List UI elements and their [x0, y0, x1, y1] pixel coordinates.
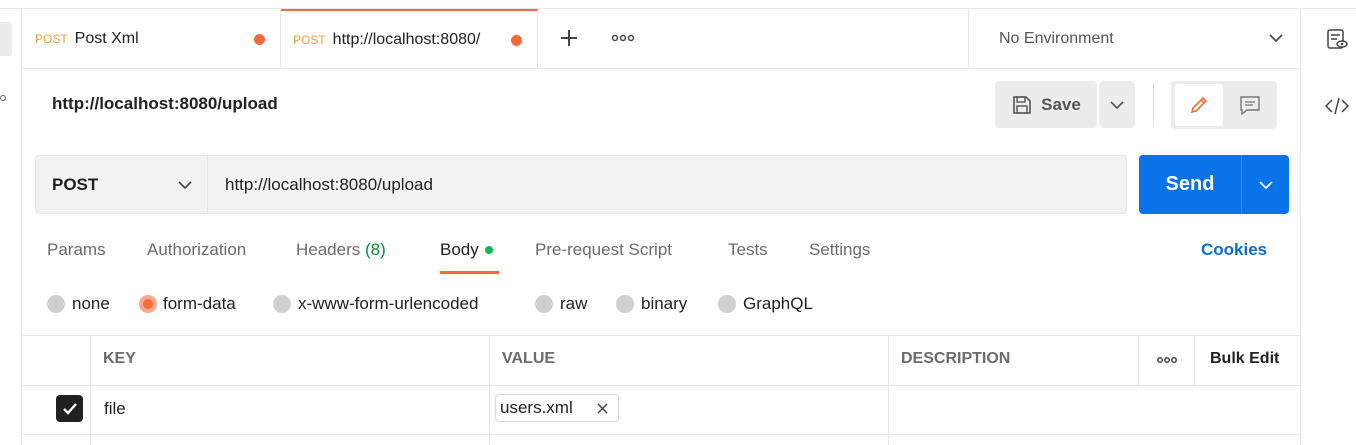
tab-headers[interactable]: Headers (8) — [296, 240, 386, 260]
environment-label: No Environment — [999, 29, 1114, 47]
eye-document-icon — [1327, 29, 1348, 49]
tab-localhost-upload[interactable]: POST http://localhost:8080/ — [281, 9, 538, 69]
tab-title: http://localhost:8080/ — [332, 31, 481, 48]
tab-tests[interactable]: Tests — [728, 240, 768, 260]
right-sidebar — [1300, 9, 1356, 445]
col-divider — [1138, 336, 1139, 386]
radio-urlencoded[interactable] — [273, 295, 291, 313]
radio-graphql[interactable] — [718, 295, 736, 313]
unsaved-dot-icon — [254, 34, 265, 45]
unsaved-dot-icon — [511, 35, 522, 46]
window-top-border — [0, 0, 1356, 9]
environment-quick-look-button[interactable] — [1322, 24, 1352, 54]
method-select[interactable]: POST — [35, 155, 208, 214]
pencil-icon — [1190, 96, 1208, 114]
radio-graphql-label[interactable]: GraphQL — [743, 294, 813, 314]
toolbar-divider — [1153, 83, 1154, 127]
cookies-link[interactable]: Cookies — [1201, 240, 1267, 260]
tab-prerequest-script[interactable]: Pre-request Script — [535, 240, 672, 260]
save-label: Save — [1041, 94, 1081, 114]
radio-raw[interactable] — [535, 295, 553, 313]
close-icon — [597, 403, 608, 414]
column-header-value: VALUE — [502, 350, 556, 367]
col-divider — [888, 336, 889, 445]
tab-title: Post Xml — [74, 30, 139, 47]
chevron-down-icon — [178, 181, 192, 190]
tab-method-badge: POST — [35, 32, 68, 46]
method-label: POST — [52, 174, 99, 194]
tab-body-label: Body — [440, 240, 479, 259]
ellipsis-icon — [1157, 357, 1177, 363]
chevron-down-icon — [1269, 34, 1283, 43]
new-tab-button[interactable] — [555, 24, 583, 52]
chevron-down-icon — [1110, 100, 1124, 109]
radio-form-data[interactable] — [139, 295, 157, 313]
active-tab-underline — [440, 271, 499, 274]
bulk-edit-button[interactable]: Bulk Edit — [1210, 350, 1279, 368]
table-row-divider — [22, 434, 1300, 435]
save-options-button[interactable] — [1099, 81, 1135, 128]
comments-mode-button[interactable] — [1227, 84, 1273, 126]
ellipsis-icon — [611, 34, 635, 42]
radio-none[interactable] — [47, 295, 65, 313]
chevron-down-icon — [1258, 180, 1273, 189]
col-divider — [1194, 336, 1195, 386]
tab-settings[interactable]: Settings — [809, 240, 870, 260]
edit-mode-button[interactable] — [1175, 84, 1223, 126]
tab-params[interactable]: Params — [47, 240, 106, 260]
code-icon — [1324, 97, 1350, 115]
send-options-button[interactable] — [1242, 155, 1289, 214]
tab-headers-label: Headers — [296, 240, 361, 259]
col-divider — [90, 336, 91, 445]
body-status-dot-icon — [484, 246, 493, 254]
request-title[interactable]: http://localhost:8080/upload — [52, 94, 278, 114]
radio-binary[interactable] — [616, 295, 634, 313]
radio-form-data-label[interactable]: form-data — [163, 294, 236, 314]
tab-body[interactable]: Body — [440, 240, 493, 260]
column-header-description: DESCRIPTION — [901, 350, 1011, 367]
plus-icon — [561, 30, 577, 46]
more-tabs-button[interactable] — [608, 24, 638, 52]
row-key[interactable]: file — [104, 399, 126, 419]
table-header-divider — [22, 385, 1300, 386]
code-snippet-button[interactable] — [1322, 92, 1352, 120]
col-divider — [489, 336, 490, 445]
save-disk-icon — [1013, 95, 1031, 114]
checkmark-icon — [62, 402, 77, 415]
table-options-button[interactable] — [1152, 351, 1182, 369]
tab-authorization[interactable]: Authorization — [147, 240, 246, 260]
tab-method-badge: POST — [293, 33, 326, 47]
radio-none-label[interactable]: none — [72, 294, 110, 314]
sidebar-indicator-icon — [0, 95, 6, 101]
environment-selector[interactable]: No Environment — [968, 9, 1300, 69]
row-enabled-checkbox[interactable] — [56, 395, 83, 422]
file-name: users.xml — [500, 398, 573, 417]
form-data-table — [22, 335, 1300, 445]
comment-icon — [1240, 96, 1260, 115]
sidebar-tab-stub[interactable] — [0, 22, 12, 56]
headers-count: (8) — [365, 240, 386, 259]
send-label: Send — [1165, 173, 1215, 195]
left-sidebar-strip — [0, 9, 22, 445]
save-button[interactable]: Save — [995, 81, 1097, 128]
url-input[interactable]: http://localhost:8080/upload — [225, 175, 433, 195]
tab-post-xml[interactable]: POST Post Xml — [22, 9, 281, 69]
radio-urlencoded-label[interactable]: x-www-form-urlencoded — [298, 294, 478, 314]
radio-binary-label[interactable]: binary — [641, 294, 687, 314]
radio-raw-label[interactable]: raw — [560, 294, 587, 314]
column-header-key: KEY — [103, 350, 136, 367]
file-chip[interactable]: users.xml — [495, 394, 619, 422]
